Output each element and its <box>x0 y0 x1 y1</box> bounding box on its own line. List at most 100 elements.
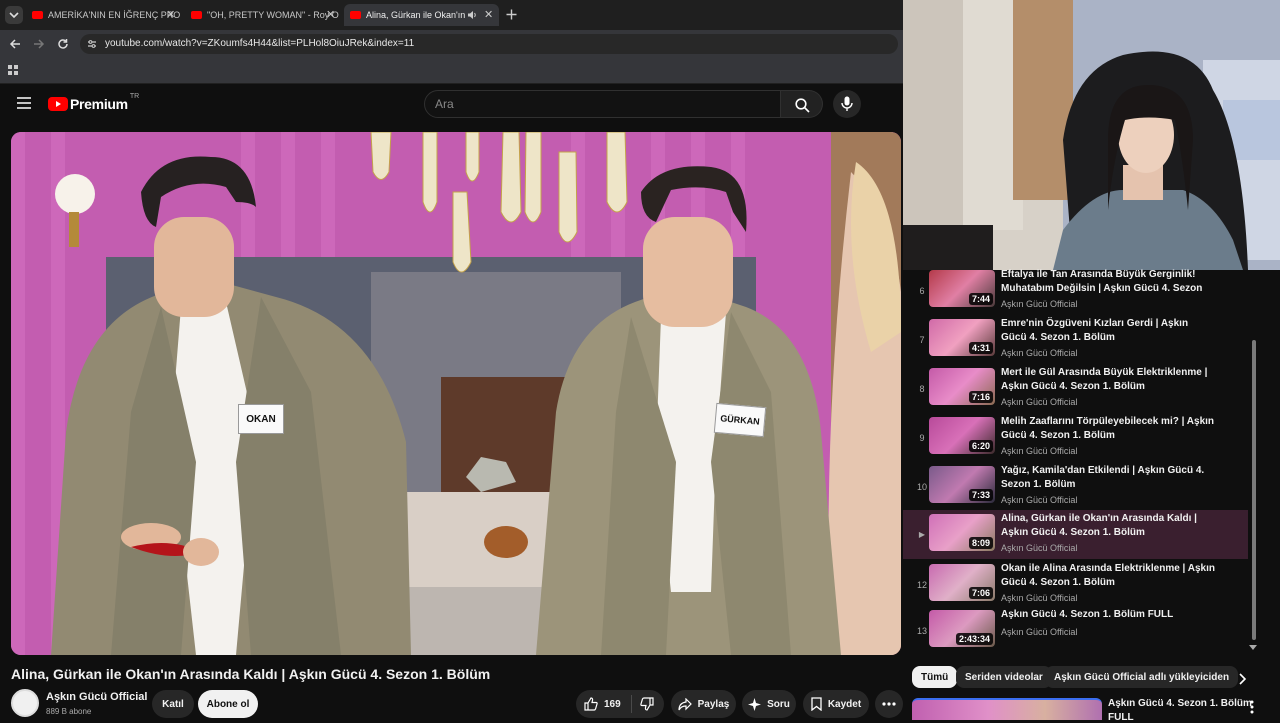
recommendation-title-line2[interactable]: FULL <box>1108 712 1134 723</box>
join-button-label: Katıl <box>162 698 184 710</box>
video-player[interactable]: OKAN GÜRKAN <box>11 132 901 655</box>
playlist-item[interactable]: 6 7:44 Eftalya ile Tan Arasında Büyük Ge… <box>903 268 1248 319</box>
playlist-index: 13 <box>917 626 928 636</box>
video-thumbnail[interactable]: 7:44 <box>929 270 995 307</box>
playlist-item[interactable]: 8 7:16 Mert ile Gül Arasında Büyük Elekt… <box>903 366 1248 417</box>
more-actions-button[interactable] <box>875 690 903 718</box>
like-count: 169 <box>604 698 621 710</box>
webcam-overlay <box>903 0 1280 270</box>
video-thumbnail[interactable]: 4:31 <box>929 319 995 356</box>
video-thumbnail[interactable]: 6:20 <box>929 417 995 454</box>
playlist-item-title[interactable]: Eftalya ile Tan Arasında Büyük Gerginlik… <box>1001 268 1216 296</box>
playlist-item[interactable]: 12 7:06 Okan ile Alina Arasında Elektrik… <box>903 562 1248 613</box>
playlist-item-channel: Aşkın Gücü Official <box>1001 593 1078 603</box>
browser-tab-1[interactable]: AMERİKA'NIN EN İĞRENÇ PRO <box>26 4 182 26</box>
save-label: Kaydet <box>827 698 862 710</box>
thumbs-down-icon <box>639 697 654 711</box>
tab-search-button[interactable] <box>5 6 23 24</box>
playlist-item-channel: Aşkın Gücü Official <box>1001 627 1078 637</box>
hamburger-menu-icon[interactable] <box>17 97 31 109</box>
apps-grid-icon[interactable] <box>8 65 19 76</box>
name-tag-text: GÜRKAN <box>719 413 761 427</box>
video-thumbnail[interactable]: 2:43:34 <box>929 610 995 647</box>
more-vertical-icon[interactable] <box>1250 700 1254 714</box>
chip-all[interactable]: Tümü <box>912 666 958 688</box>
name-tag-gurkan: GÜRKAN <box>713 402 767 438</box>
channel-avatar[interactable] <box>11 689 39 717</box>
playlist-item-title[interactable]: Emre'nin Özgüveni Kızları Gerdi | Aşkın … <box>1001 317 1216 345</box>
chevron-down-icon <box>9 12 19 19</box>
reload-icon[interactable] <box>57 38 69 50</box>
video-thumbnail[interactable]: 7:06 <box>929 564 995 601</box>
dislike-button[interactable] <box>639 697 654 711</box>
voice-search-button[interactable] <box>833 90 861 118</box>
new-tab-plus-icon[interactable] <box>506 9 517 20</box>
save-button[interactable]: Kaydet <box>803 690 869 718</box>
playlist-item[interactable]: 9 6:20 Melih Zaaflarını Törpüleyebilecek… <box>903 415 1248 466</box>
playlist-item-channel: Aşkın Gücü Official <box>1001 543 1078 553</box>
like-dislike-group: 169 <box>576 690 664 718</box>
video-duration: 2:43:34 <box>955 633 993 645</box>
chip-uploader-videos[interactable]: Aşkın Gücü Official adlı yükleyiciden <box>1045 666 1239 688</box>
playlist-item-title[interactable]: Yağız, Kamila'dan Etkilendi | Aşkın Gücü… <box>1001 464 1216 492</box>
divider <box>630 695 632 713</box>
playlist-item-title[interactable]: Okan ile Alina Arasında Elektriklenme | … <box>1001 562 1216 590</box>
subscribe-button[interactable]: Abone ol <box>198 690 258 718</box>
recommendation-thumbnail[interactable] <box>912 698 1102 720</box>
playlist-item[interactable]: 13 2:43:34 Aşkın Gücü 4. Sezon 1. Bölüm … <box>903 608 1248 659</box>
channel-name[interactable]: Aşkın Gücü Official <box>46 691 147 703</box>
url-bar[interactable]: youtube.com/watch?v=ZKoumfs4H44&list=PLH… <box>80 34 898 54</box>
browser-tab-bar: AMERİKA'NIN EN İĞRENÇ PRO ✕ "OH, PRETTY … <box>0 0 903 30</box>
back-arrow-icon[interactable] <box>9 38 21 50</box>
video-duration: 7:44 <box>968 293 993 305</box>
playlist-item-title[interactable]: Melih Zaaflarını Törpüleyebilecek mi? | … <box>1001 415 1216 443</box>
youtube-premium-logo[interactable]: Premium TR <box>48 93 139 112</box>
recommendation-title-line1[interactable]: Aşkın Gücü 4. Sezon 1. Bölüm <box>1108 698 1252 709</box>
video-duration: 8:09 <box>968 537 993 549</box>
playlist-item-title[interactable]: Alina, Gürkan ile Okan'ın Arasında Kaldı… <box>1001 512 1216 540</box>
chip-series-videos[interactable]: Seriden videolar <box>956 666 1052 688</box>
youtube-favicon-icon <box>350 11 361 19</box>
close-icon[interactable]: ✕ <box>484 8 493 21</box>
logo-text: Premium <box>70 96 128 112</box>
playlist-index: 8 <box>919 384 925 394</box>
playlist-index: 9 <box>919 433 925 443</box>
video-duration: 7:06 <box>968 587 993 599</box>
chevron-right-icon[interactable] <box>1237 673 1247 685</box>
subscriber-count: 889 B abone <box>46 707 92 716</box>
forward-arrow-icon[interactable] <box>33 38 45 50</box>
youtube-play-logo-icon <box>48 97 68 111</box>
tab-title: "OH, PRETTY WOMAN" - Roy O <box>207 10 339 20</box>
playlist-item-title[interactable]: Mert ile Gül Arasında Büyük Elektriklenm… <box>1001 366 1216 394</box>
playlist-item[interactable]: 7 4:31 Emre'nin Özgüveni Kızları Gerdi |… <box>903 317 1248 368</box>
playlist-index: 6 <box>919 286 925 296</box>
video-thumbnail[interactable]: 7:16 <box>929 368 995 405</box>
close-icon[interactable]: ✕ <box>166 8 175 21</box>
playlist-item[interactable]: 10 7:33 Yağız, Kamila'dan Etkilendi | Aş… <box>903 464 1248 515</box>
join-button[interactable]: Katıl <box>152 690 194 718</box>
playlist-item-current[interactable]: ▶ 8:09 Alina, Gürkan ile Okan'ın Arasınd… <box>903 510 1248 559</box>
video-thumbnail[interactable]: 8:09 <box>929 514 995 551</box>
share-button[interactable]: Paylaş <box>671 690 736 718</box>
name-tag-okan: OKAN <box>238 404 284 434</box>
tab-title: AMERİKA'NIN EN İĞRENÇ PRO <box>48 10 181 20</box>
video-thumbnail[interactable]: 7:33 <box>929 466 995 503</box>
video-duration: 7:33 <box>968 489 993 501</box>
ask-button[interactable]: Soru <box>742 690 796 718</box>
browser-tab-2[interactable]: "OH, PRETTY WOMAN" - Roy O <box>185 4 341 26</box>
bookmarks-bar <box>0 58 903 84</box>
playlist-index: 7 <box>919 335 925 345</box>
video-duration: 7:16 <box>968 391 993 403</box>
site-settings-icon[interactable] <box>87 39 97 49</box>
close-icon[interactable]: ✕ <box>326 8 335 21</box>
chip-label: Aşkın Gücü Official adlı yükleyiciden <box>1054 671 1230 683</box>
share-label: Paylaş <box>697 698 730 710</box>
video-title: Alina, Gürkan ile Okan'ın Arasında Kaldı… <box>11 666 491 682</box>
scroll-down-arrow-icon[interactable] <box>1249 645 1257 650</box>
like-button[interactable]: 169 <box>576 697 621 711</box>
search-button[interactable] <box>781 90 823 118</box>
search-input[interactable] <box>424 90 781 118</box>
speaker-icon[interactable] <box>467 10 477 20</box>
playlist-scrollbar[interactable] <box>1252 340 1256 640</box>
playlist-item-title[interactable]: Aşkın Gücü 4. Sezon 1. Bölüm FULL <box>1001 608 1216 622</box>
